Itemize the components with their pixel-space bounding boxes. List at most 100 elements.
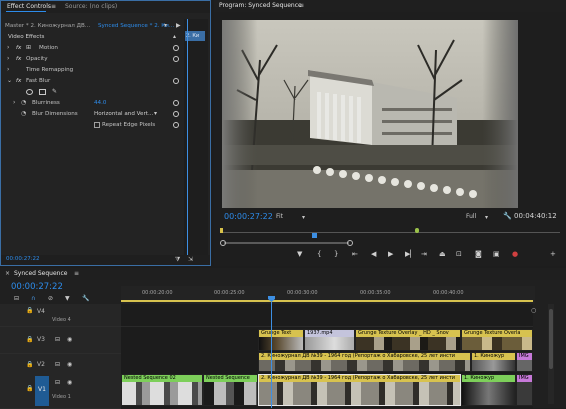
mark-out-icon[interactable]: } — [334, 249, 338, 259]
expand-arrow-icon[interactable]: › — [7, 45, 9, 51]
rectangle-mask-icon[interactable] — [39, 89, 46, 95]
effect-row-motion[interactable]: › fx ⊞ Motion — [1, 43, 210, 53]
program-timecode[interactable]: 00:00:27:22 — [224, 212, 273, 221]
scroll-thumb[interactable] — [549, 309, 553, 369]
add-marker-icon[interactable]: ▼ — [65, 296, 70, 302]
fx-badge[interactable]: fx — [16, 54, 21, 64]
clip-v3-grunge-overlay-2[interactable]: Grunge Texture Overla — [461, 329, 533, 351]
clip-v3-grunge-overlay[interactable]: Grunge Texture Overlay _ HD _ Snov — [355, 329, 461, 351]
fx-badge[interactable]: fx — [16, 43, 21, 53]
close-icon[interactable]: × — [5, 271, 10, 277]
track-id[interactable]: V3 — [37, 336, 45, 343]
tab-effect-controls[interactable]: Effect Controls — [7, 3, 51, 10]
clip-v3-grunge-text[interactable]: Grunge Text — [258, 329, 304, 351]
sequence-label[interactable]: Synced Sequence * 2. Ки... — [98, 21, 174, 31]
reset-icon[interactable] — [173, 111, 179, 117]
eye-icon[interactable]: ◉ — [67, 380, 72, 386]
extract-icon[interactable]: ⊡ — [456, 249, 462, 259]
panel-menu-icon[interactable]: ≡ — [74, 271, 79, 277]
quality-select[interactable]: Full — [466, 213, 476, 220]
effect-controls-timecode[interactable]: 00:00:27:22 — [6, 256, 40, 262]
effect-row-time-remapping[interactable]: › Time Remapping — [1, 65, 210, 75]
lock-icon[interactable]: 🔒 — [26, 386, 33, 392]
reset-icon[interactable] — [173, 45, 179, 51]
master-label[interactable]: Master * 2. Киножурнал ДВ... — [5, 21, 90, 31]
repeat-edge-checkbox[interactable] — [94, 122, 100, 128]
clip-v2-kinozhurnal-39[interactable]: 2. Киножурнал ДВ №39 - 1964 год (Репорта… — [258, 352, 471, 372]
panel-menu-icon[interactable]: ≡ — [299, 3, 304, 9]
transform-icon[interactable]: ⊞ — [26, 45, 31, 51]
mark-in-icon[interactable]: { — [317, 249, 321, 259]
zoom-bar[interactable] — [220, 240, 560, 246]
zoom-handle-left[interactable] — [220, 240, 226, 246]
export-icon[interactable]: ⇲ — [188, 257, 193, 263]
clip-v1-nested[interactable]: Nested Sequence — [203, 374, 258, 406]
in-marker[interactable] — [220, 228, 223, 233]
step-back-icon[interactable]: ◀ — [371, 249, 376, 259]
go-to-in-icon[interactable]: ⇤ — [352, 249, 358, 259]
reset-icon[interactable] — [173, 56, 179, 62]
timeline-vertical-scrollbar[interactable] — [548, 304, 554, 404]
ellipse-mask-icon[interactable] — [26, 89, 33, 95]
expand-arrow-icon[interactable]: › — [7, 67, 9, 73]
chevron-down-icon[interactable]: ▾ — [164, 23, 167, 29]
wrench-icon[interactable]: 🔧 — [82, 296, 89, 302]
program-monitor-title[interactable]: Program: Synced Sequence — [219, 2, 302, 9]
blur-dimensions-select[interactable]: Horizontal and Vert... — [94, 109, 153, 119]
comparison-view-icon[interactable]: ▣ — [493, 249, 500, 259]
chevron-down-icon[interactable]: ▾ — [302, 215, 305, 221]
wrench-icon[interactable]: 🔧 — [503, 213, 512, 220]
effect-row-fast-blur[interactable]: ⌄ fx Fast Blur — [1, 76, 210, 86]
track-id[interactable]: V1 — [38, 386, 46, 393]
clip-v2-img[interactable]: IMG — [516, 352, 533, 372]
lock-icon[interactable]: 🔒 — [26, 337, 33, 343]
linked-selection-icon[interactable]: ⊘ — [48, 296, 53, 302]
clip-v1-kinozhurnal-39[interactable]: 2. Киножурнал ДВ №39 - 1964 год (Репорта… — [258, 374, 461, 406]
collapse-arrow-icon[interactable]: ⌄ — [7, 78, 12, 84]
play-icon[interactable]: ▶ — [388, 249, 393, 259]
track-id[interactable]: V4 — [37, 308, 45, 315]
effect-row-opacity[interactable]: › fx Opacity — [1, 54, 210, 64]
timeline-timecode[interactable]: 00:00:27:22 — [11, 282, 63, 292]
reset-icon[interactable] — [173, 122, 179, 128]
stopwatch-icon[interactable]: ◔ — [21, 100, 26, 106]
panel-menu-icon[interactable]: ≡ — [51, 4, 56, 10]
clip-v1-nested-02[interactable]: Nested Sequence 02 — [121, 374, 203, 406]
record-icon[interactable]: ● — [512, 249, 518, 259]
program-scrubber[interactable] — [220, 226, 560, 238]
export-frame-icon[interactable]: ◙ — [475, 249, 482, 259]
stopwatch-icon[interactable]: ◔ — [21, 111, 26, 117]
clip-v3-1937[interactable]: 1937.mp4 — [304, 329, 355, 351]
chevron-down-icon[interactable]: ▾ — [154, 111, 157, 117]
track-id[interactable]: V2 — [37, 361, 45, 368]
eye-icon[interactable]: ◉ — [67, 362, 72, 368]
button-editor-icon[interactable]: + — [550, 249, 556, 259]
expand-arrow-icon[interactable]: › — [7, 56, 9, 62]
clip-v1-img[interactable]: IMG — [516, 374, 533, 406]
work-area-bar[interactable] — [121, 300, 533, 302]
clip-v1-kinozhurnal-1[interactable]: 1. Киножур — [461, 374, 516, 406]
tab-source[interactable]: Source: (no clips) — [65, 3, 117, 10]
lift-icon[interactable]: ⏏ — [439, 249, 446, 259]
pen-mask-icon[interactable]: ✎ — [52, 89, 57, 95]
program-playhead[interactable] — [312, 233, 317, 238]
chevron-down-icon[interactable]: ▾ — [485, 215, 488, 221]
sync-lock-icon[interactable]: ⊟ — [55, 337, 60, 343]
lock-icon[interactable]: 🔒 — [26, 362, 33, 368]
eye-icon[interactable]: ◉ — [67, 337, 72, 343]
snap-icon[interactable]: ∩ — [31, 296, 35, 302]
nest-icon[interactable]: ⊟ — [14, 296, 19, 302]
clip-v2-kinozhurnal-1[interactable]: 1. Киножур — [471, 352, 516, 372]
fit-select[interactable]: Fit — [276, 213, 283, 220]
reset-icon[interactable] — [173, 78, 179, 84]
add-marker-icon[interactable]: ▼ — [297, 249, 302, 259]
reset-icon[interactable] — [173, 100, 179, 106]
blurriness-value[interactable]: 44.0 — [94, 98, 106, 108]
play-only-icon[interactable]: ▶ — [176, 23, 181, 29]
out-marker[interactable] — [415, 228, 419, 233]
sync-lock-icon[interactable]: ⊟ — [55, 380, 60, 386]
go-to-out-icon[interactable]: ⇥ — [421, 249, 427, 259]
lock-icon[interactable]: 🔒 — [26, 308, 33, 314]
collapse-icon[interactable]: ▴ — [173, 34, 176, 40]
step-forward-icon[interactable]: ▶▏ — [405, 249, 416, 259]
